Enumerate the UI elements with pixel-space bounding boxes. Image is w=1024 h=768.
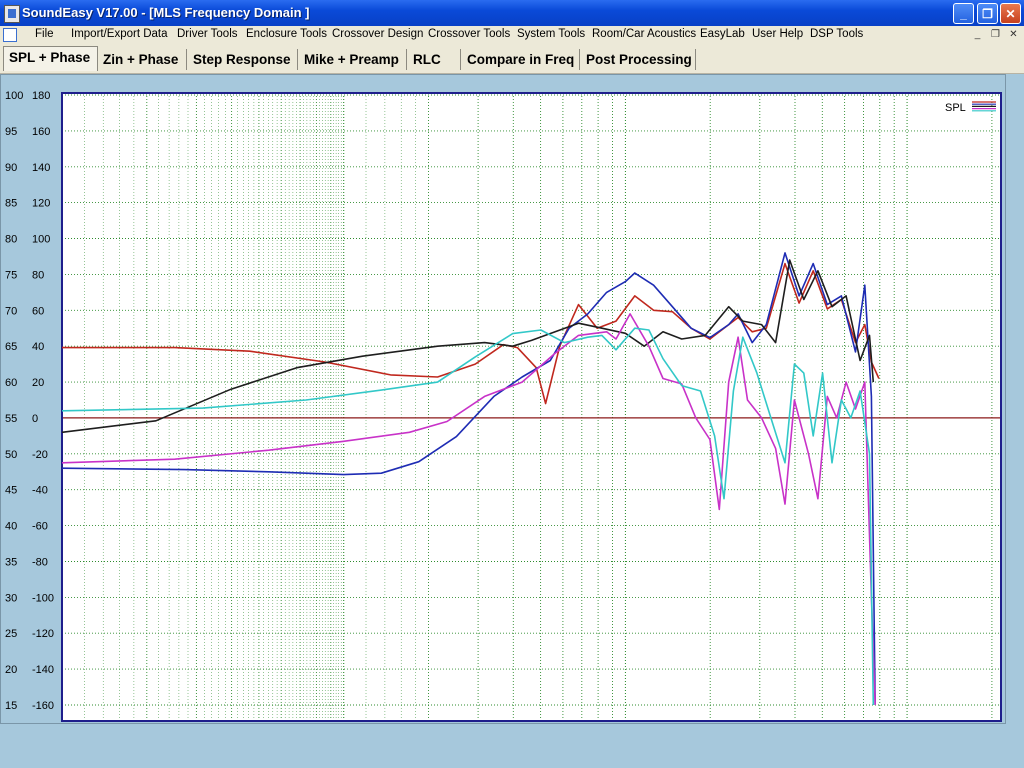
phase-tick-label: 0	[32, 413, 38, 425]
menu-easylab[interactable]: EasyLab	[700, 28, 745, 40]
spl-tick-label: 85	[5, 198, 17, 210]
phase-tick-label: 60	[32, 305, 44, 317]
phase-tick-label: -100	[32, 592, 54, 604]
menu-dsp-tools[interactable]: DSP Tools	[810, 28, 863, 40]
spl-tick-label: 35	[5, 557, 17, 569]
spl-tick-label: 55	[5, 413, 17, 425]
document-icon[interactable]	[3, 28, 17, 42]
tab-spl-phase[interactable]: SPL + Phase	[3, 46, 98, 71]
tab-zin-phase[interactable]: Zin + Phase	[98, 49, 187, 70]
menu-bar: File Import/Export Data Driver Tools Enc…	[0, 26, 1024, 45]
minimize-button[interactable]: _	[953, 3, 974, 24]
menu-system-tools[interactable]: System Tools	[517, 28, 585, 40]
spl-tick-label: 15	[5, 700, 17, 712]
tab-post-processing[interactable]: Post Processing	[581, 49, 696, 70]
menu-room-car-acoustics[interactable]: Room/Car Acoustics	[592, 28, 696, 40]
menu-driver-tools[interactable]: Driver Tools	[177, 28, 238, 40]
spl-tick-label: 95	[5, 126, 17, 138]
tab-bar: SPL + Phase Zin + Phase Step Response Mi…	[0, 45, 1024, 74]
spl-tick-label: 40	[5, 521, 17, 533]
tab-step-response[interactable]: Step Response	[188, 49, 298, 70]
phase-tick-label: 40	[32, 341, 44, 353]
legend-label: SPL	[945, 102, 966, 114]
phase-tick-label: -60	[32, 521, 48, 533]
menu-file[interactable]: File	[35, 28, 54, 40]
phase-tick-label: -140	[32, 664, 54, 676]
spl-tick-label: 90	[5, 162, 17, 174]
phase-tick-label: -120	[32, 628, 54, 640]
menu-crossover-design[interactable]: Crossover Design	[332, 28, 423, 40]
phase-tick-label: -80	[32, 557, 48, 569]
app-icon[interactable]	[4, 5, 20, 23]
plot-background	[62, 93, 1001, 721]
window-title: SoundEasy V17.00 - [MLS Frequency Domain…	[22, 5, 310, 20]
spl-tick-label: 20	[5, 664, 17, 676]
tab-mike-preamp[interactable]: Mike + Preamp	[299, 49, 407, 70]
tab-rlc[interactable]: RLC	[408, 49, 461, 70]
phase-tick-label: 120	[32, 198, 50, 210]
menu-enclosure-tools[interactable]: Enclosure Tools	[246, 28, 327, 40]
menu-user-help[interactable]: User Help	[752, 28, 803, 40]
spl-phase-chart[interactable]: 100 180 95 160 90 140 85 120 80 100 75 80 70 60 65 40 60…	[0, 74, 1006, 724]
phase-tick-label: 100	[32, 234, 50, 246]
maximize-button[interactable]: ❐	[977, 3, 998, 24]
spl-tick-label: 75	[5, 269, 17, 281]
menu-import-export-data[interactable]: Import/Export Data	[71, 28, 168, 40]
phase-tick-label: 20	[32, 377, 44, 389]
status-area	[0, 724, 1024, 768]
phase-tick-label: 180	[32, 90, 50, 102]
phase-tick-label: -40	[32, 485, 48, 497]
phase-tick-label: 140	[32, 162, 50, 174]
spl-phase-chart-area[interactable]: 100 180 95 160 90 140 85 120 80 100 75 80 70 60 65 40 60…	[0, 74, 1006, 724]
menu-crossover-tools[interactable]: Crossover Tools	[428, 28, 510, 40]
title-bar[interactable]: SoundEasy V17.00 - [MLS Frequency Domain…	[0, 0, 1024, 26]
right-margin	[1006, 74, 1024, 724]
spl-tick-label: 45	[5, 485, 17, 497]
spl-tick-label: 25	[5, 628, 17, 640]
phase-tick-label: 80	[32, 269, 44, 281]
mdi-restore-button[interactable]: ❐	[988, 28, 1003, 42]
spl-tick-label: 80	[5, 234, 17, 246]
phase-tick-label: -20	[32, 449, 48, 461]
spl-tick-label: 65	[5, 341, 17, 353]
spl-tick-label: 70	[5, 305, 17, 317]
mdi-close-button[interactable]: ✕	[1006, 28, 1021, 42]
phase-tick-label: 160	[32, 126, 50, 138]
spl-tick-label: 100	[5, 90, 23, 102]
tab-compare-in-freq[interactable]: Compare in Freq	[462, 49, 580, 70]
mdi-minimize-button[interactable]: _	[970, 28, 985, 42]
spl-tick-label: 60	[5, 377, 17, 389]
spl-tick-label: 30	[5, 592, 17, 604]
phase-tick-label: -160	[32, 700, 54, 712]
close-button[interactable]: ✕	[1000, 3, 1021, 24]
spl-tick-label: 50	[5, 449, 17, 461]
